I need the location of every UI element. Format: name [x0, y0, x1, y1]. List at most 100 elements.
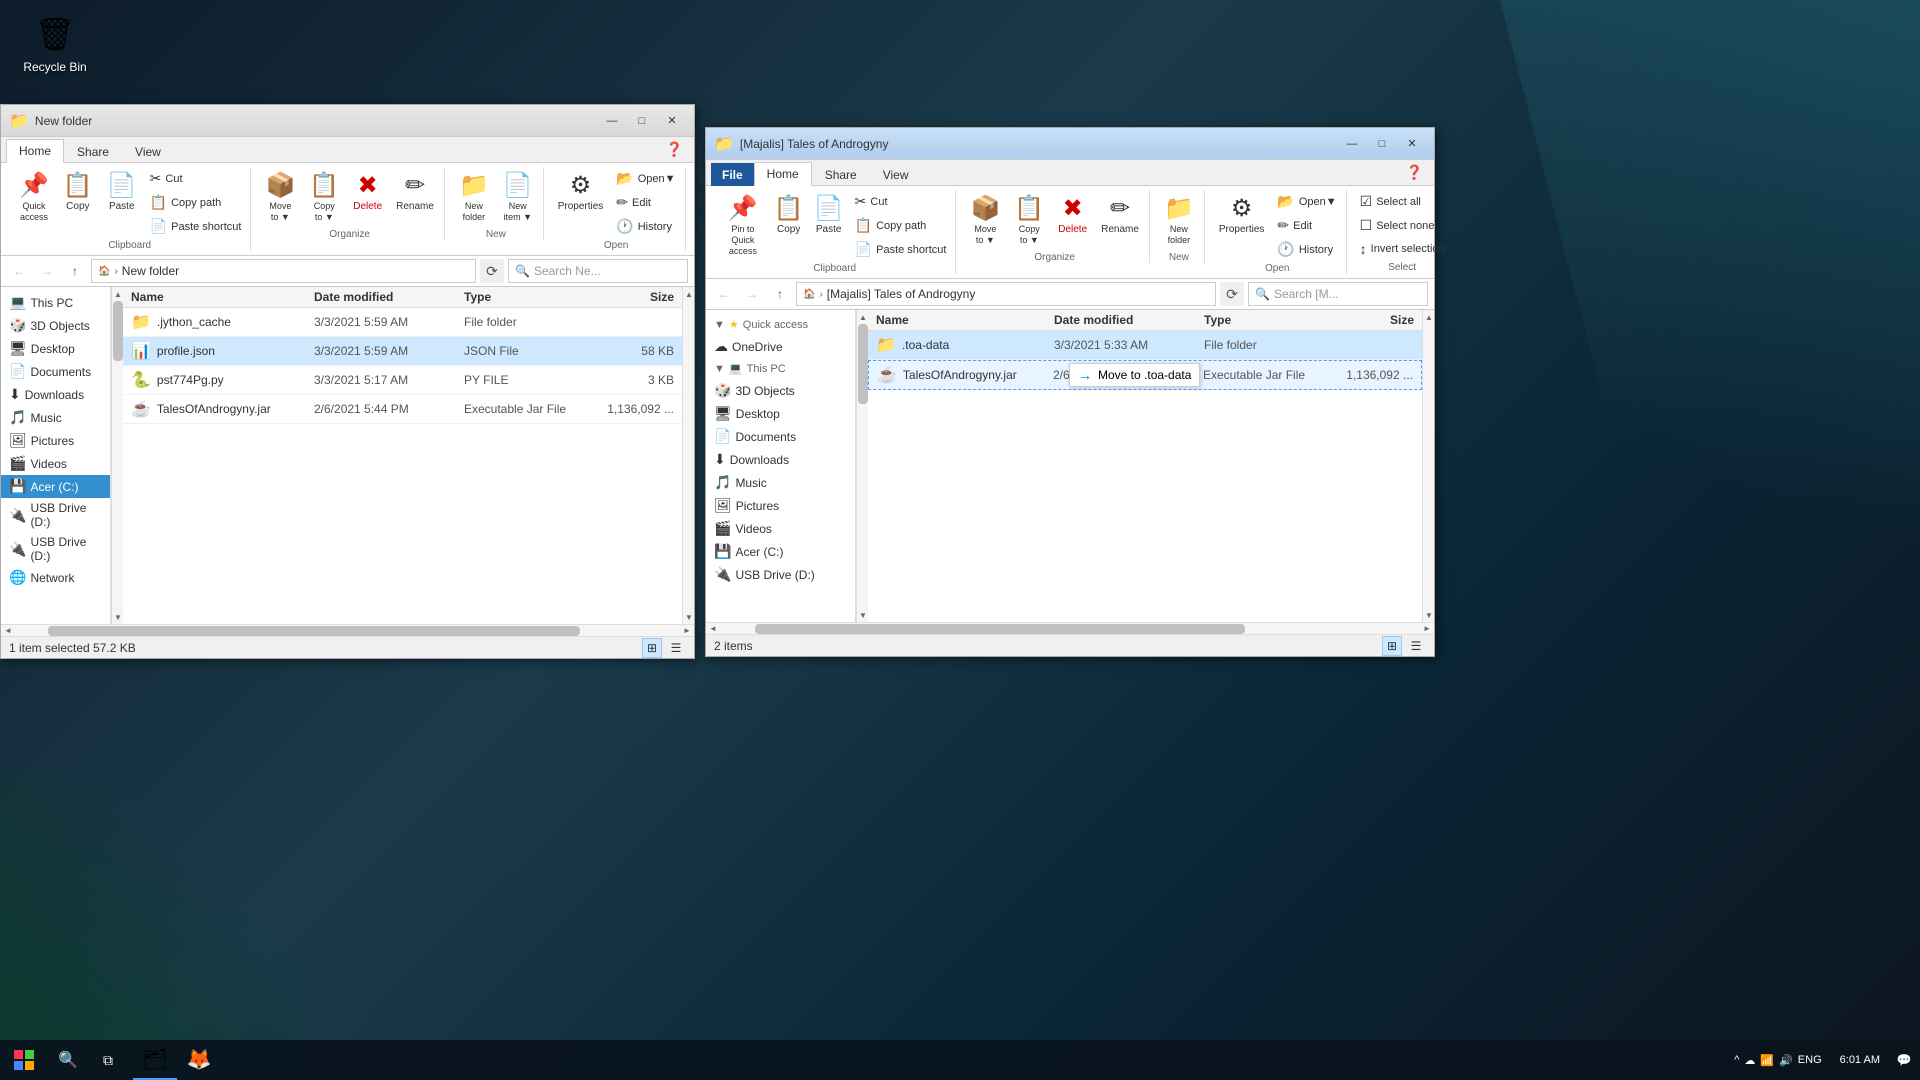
nav-music-left[interactable]: 🎵 Music	[1, 406, 110, 429]
back-btn-right[interactable]: ←	[712, 282, 736, 306]
scroll-down-file-right[interactable]: ▼	[1423, 608, 1434, 622]
col-size-header-right[interactable]: Size	[1334, 313, 1414, 327]
grid-view-left[interactable]: ⊞	[642, 638, 662, 658]
new-folder-btn-left[interactable]: 📁 Newfolder	[453, 167, 495, 227]
maximize-button-right[interactable]: □	[1368, 133, 1396, 155]
back-btn-left[interactable]: ←	[7, 259, 31, 283]
scroll-right-left[interactable]: ►	[680, 625, 694, 637]
history-btn-left[interactable]: 🕐 History	[611, 215, 680, 238]
nav-usb1-left[interactable]: 🔌 USB Drive (D:)	[1, 498, 110, 532]
col-name-header-right[interactable]: Name	[876, 313, 1054, 327]
refresh-btn-right[interactable]: ⟳	[1220, 282, 1244, 306]
move-to-btn-left[interactable]: 📦 Moveto ▼	[259, 167, 301, 227]
tab-share-left[interactable]: Share	[64, 140, 122, 163]
open-btn-right[interactable]: 📂 Open ▼	[1272, 190, 1341, 213]
nav-scrollbar-right[interactable]: ▲ ▼	[856, 310, 868, 622]
cut-btn-right[interactable]: ✂ Cut	[850, 190, 952, 213]
copy-to-btn-right[interactable]: 📋 Copyto ▼	[1008, 190, 1050, 250]
new-folder-btn-right[interactable]: 📁 Newfolder	[1158, 190, 1200, 250]
h-scrollbar-right[interactable]: ◄ ►	[706, 622, 1434, 634]
delete-btn-left[interactable]: ✖ Delete	[347, 167, 388, 216]
nav-music-right[interactable]: 🎵 Music	[706, 471, 855, 494]
history-btn-right[interactable]: 🕐 History	[1272, 238, 1341, 261]
scroll-right-right[interactable]: ►	[1420, 623, 1434, 635]
paste-btn-right[interactable]: 📄 Paste	[810, 190, 848, 239]
quick-access-header[interactable]: ▼ ★ Quick access	[706, 314, 855, 335]
invert-selection-btn-right[interactable]: ↕ Invert selection	[1355, 238, 1450, 260]
taskbar-app-firefox[interactable]: 🦊	[177, 1040, 221, 1080]
nav-documents-left[interactable]: 📄 Documents	[1, 360, 110, 383]
address-breadcrumb-right[interactable]: 🏠 › [Majalis] Tales of Androgyny	[796, 282, 1216, 306]
file-row-right-1[interactable]: ☕ TalesOfAndrogyny.jar → Move to .toa-da…	[868, 360, 1422, 390]
tab-share-right[interactable]: Share	[812, 163, 870, 186]
tab-home-right[interactable]: Home	[754, 162, 812, 186]
col-name-header-left[interactable]: Name	[131, 290, 314, 304]
move-to-btn-right[interactable]: 📦 Moveto ▼	[964, 190, 1006, 250]
tab-view-right[interactable]: View	[870, 163, 922, 186]
paste-btn-left[interactable]: 📄 Paste	[101, 167, 143, 216]
file-row-left-0[interactable]: 📁 .jython_cache 3/3/2021 5:59 AM File fo…	[123, 308, 682, 337]
cut-btn-left[interactable]: ✂ Cut	[145, 167, 247, 190]
nav-desktop-left[interactable]: 🖥 Desktop	[1, 337, 110, 360]
list-view-left[interactable]: ☰	[666, 638, 686, 658]
forward-btn-right[interactable]: →	[740, 282, 764, 306]
up-btn-right[interactable]: ↑	[768, 282, 792, 306]
close-button-right[interactable]: ✕	[1398, 133, 1426, 155]
search-box-right[interactable]: 🔍 Search [M...	[1248, 282, 1428, 306]
rename-btn-right[interactable]: ✏ Rename	[1095, 190, 1145, 239]
edit-btn-left[interactable]: ✏ Edit	[611, 191, 680, 214]
nav-usb2-left[interactable]: 🔌 USB Drive (D:)	[1, 532, 110, 566]
nav-downloads-left[interactable]: ⬇ Downloads	[1, 383, 110, 406]
close-button-left[interactable]: ✕	[658, 110, 686, 132]
help-icon-right[interactable]: ❓	[1400, 160, 1429, 185]
pin-quick-btn-right[interactable]: 📌 Pin to Quickaccess	[718, 190, 768, 260]
nav-3d-left[interactable]: 🎲 3D Objects	[1, 314, 110, 337]
copy-btn-right[interactable]: 📋 Copy	[770, 190, 808, 239]
recycle-bin-icon[interactable]: 🗑 Recycle Bin	[15, 10, 95, 74]
language-indicator[interactable]: ENG	[1798, 1054, 1822, 1066]
scroll-thumb-nav-left[interactable]	[113, 301, 123, 361]
file-row-left-2[interactable]: 🐍 pst774Pg.py 3/3/2021 5:17 AM PY FILE 3…	[123, 366, 682, 395]
search-box-left[interactable]: 🔍 Search Ne...	[508, 259, 688, 283]
col-date-header-right[interactable]: Date modified	[1054, 313, 1204, 327]
file-scrollbar-right[interactable]: ▲ ▼	[1422, 310, 1434, 622]
paste-shortcut-btn-left[interactable]: 📄 Paste shortcut	[145, 215, 247, 238]
this-pc-header[interactable]: ▼ 💻 This PC	[706, 358, 855, 379]
scroll-down-file-left[interactable]: ▼	[683, 610, 694, 624]
col-type-header-right[interactable]: Type	[1204, 313, 1334, 327]
taskbar-search-btn[interactable]: 🔍	[48, 1040, 88, 1080]
properties-btn-right[interactable]: ⚙ Properties	[1213, 190, 1271, 239]
h-scroll-thumb-right[interactable]	[755, 624, 1245, 634]
up-btn-left[interactable]: ↑	[63, 259, 87, 283]
copy-path-btn-right[interactable]: 📋 Copy path	[850, 214, 952, 237]
rename-btn-left[interactable]: ✏ Rename	[390, 167, 440, 216]
scroll-left-right[interactable]: ◄	[706, 623, 720, 635]
nav-usb-right[interactable]: 🔌 USB Drive (D:)	[706, 563, 855, 586]
list-view-right[interactable]: ☰	[1406, 636, 1426, 656]
file-row-right-0[interactable]: 📁 .toa-data 3/3/2021 5:33 AM File folder	[868, 331, 1422, 360]
nav-pictures-right[interactable]: 🖼 Pictures	[706, 494, 855, 517]
network-icon[interactable]: 📶	[1760, 1054, 1774, 1067]
quick-access-btn-left[interactable]: 📌 Quickaccess	[13, 167, 55, 227]
maximize-button-left[interactable]: □	[628, 110, 656, 132]
minimize-button-right[interactable]: —	[1338, 133, 1366, 155]
nav-scrollbar-left[interactable]: ▲ ▼	[111, 287, 123, 624]
help-icon-left[interactable]: ❓	[660, 137, 689, 162]
file-row-left-3[interactable]: ☕ TalesOfAndrogyny.jar 2/6/2021 5:44 PM …	[123, 395, 682, 424]
scroll-up-file-right[interactable]: ▲	[1423, 310, 1434, 324]
file-row-left-1[interactable]: 📊 profile.json 3/3/2021 5:59 AM JSON Fil…	[123, 337, 682, 366]
start-button[interactable]	[0, 1040, 48, 1080]
delete-btn-right[interactable]: ✖ Delete	[1052, 190, 1093, 239]
scroll-up-file-left[interactable]: ▲	[683, 287, 694, 301]
refresh-btn-left[interactable]: ⟳	[480, 259, 504, 283]
nav-network-left[interactable]: 🌐 Network	[1, 566, 110, 589]
volume-icon[interactable]: 🔊	[1779, 1054, 1793, 1067]
forward-btn-left[interactable]: →	[35, 259, 59, 283]
select-all-btn-right[interactable]: ☑ Select all	[1355, 190, 1450, 213]
h-scrollbar-left[interactable]: ◄ ►	[1, 624, 694, 636]
notification-center-btn[interactable]: 💬	[1888, 1040, 1920, 1080]
scroll-thumb-nav-right[interactable]	[858, 324, 868, 404]
taskbar-task-view-btn[interactable]: ⧉	[88, 1040, 128, 1080]
nav-desktop-right[interactable]: 🖥 Desktop	[706, 402, 855, 425]
paste-shortcut-btn-right[interactable]: 📄 Paste shortcut	[850, 238, 952, 261]
